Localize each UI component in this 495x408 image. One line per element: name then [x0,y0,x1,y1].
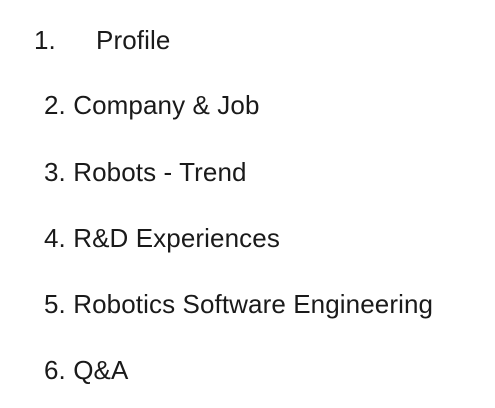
list-item-profile: 1. Profile [34,24,170,56]
list-item-rd-experiences: 4. R&D Experiences [44,222,280,254]
list-item-number: 6. [44,355,66,385]
list-item-number: 3. [44,157,66,187]
agenda-list: 1. Profile 2. Company & Job 3. Robots - T… [0,0,495,408]
list-item-label: Q&A [73,355,129,385]
list-item-label: Company & Job [73,90,260,120]
list-item-label: R&D Experiences [73,223,280,253]
list-item-robotics-software: 5. Robotics Software Engineering [44,288,433,320]
list-item-label: Profile [96,25,171,55]
list-item-company-job: 2. Company & Job [44,89,260,121]
list-item-robots-trend: 3. Robots - Trend [44,156,247,188]
list-item-qa: 6. Q&A [44,354,128,386]
list-item-label: Robotics Software Engineering [73,289,434,319]
list-item-number: 5. [44,289,66,319]
list-item-number: 1. [34,25,56,55]
list-item-number: 2. [44,90,66,120]
list-item-number: 4. [44,223,66,253]
list-item-label: Robots - Trend [73,157,247,187]
